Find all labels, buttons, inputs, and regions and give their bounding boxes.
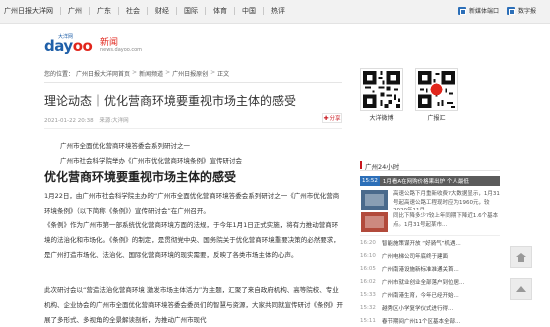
breadcrumb-home[interactable]: 广州日报大洋网首页 xyxy=(76,69,130,79)
nav-separator xyxy=(263,7,264,15)
side-section-header: 广州24小时 xyxy=(360,160,500,171)
news-list-item[interactable]: 16:05 广州南港设施新标准准通关首... xyxy=(360,263,500,274)
page-title: 理论动态｜优化营商环境要重视市场主体的感受 xyxy=(44,94,297,108)
nav-sports[interactable]: 体育 xyxy=(213,6,227,16)
news-time: 15:33 xyxy=(360,291,376,298)
news-list-item[interactable]: 15:32 越秀区小学复学仪式进行得... xyxy=(360,302,500,313)
news-card[interactable]: 高速公路下月重新收费?大数据显示，1月31号起高速公路工程现时应为1960元，较… xyxy=(360,189,500,211)
breadcrumb-current: 正文 xyxy=(217,71,230,78)
digital-paper-label: 数字报 xyxy=(517,8,536,15)
logo-domain: news.dayoo.com xyxy=(100,47,143,53)
newspaper-icon xyxy=(506,6,515,15)
news-time: 16:10 xyxy=(360,252,376,259)
news-card[interactable]: 同比下降多少?较上年同期下降近1.6个基本点。1月31号起某市... xyxy=(360,211,500,233)
digital-paper-link[interactable]: 数字报 xyxy=(506,6,536,15)
news-list-item[interactable]: 16:02 广州市就业创业全部落户到位居... xyxy=(360,276,500,287)
featured-time: 15:52 xyxy=(360,176,380,186)
article-source: 来源:大洋网 xyxy=(99,118,129,124)
top-right-links: 新媒体端口 数字报 xyxy=(457,6,536,15)
breadcrumb-arrow: > xyxy=(165,69,171,76)
nav-finance[interactable]: 财经 xyxy=(155,6,169,16)
nav-home[interactable]: 广州日报大洋网 xyxy=(4,6,53,16)
article-date: 2021-01-22 20:38 xyxy=(44,118,94,124)
article-paragraph: 《条例》作为广州市第一部系统优化营商环境方面的法规，于今年1月1日正式实施，将有… xyxy=(44,221,340,259)
breadcrumb-news[interactable]: 新闻频道 xyxy=(139,69,163,79)
share-button[interactable]: ✚ 分享 xyxy=(322,113,342,123)
nav-separator xyxy=(118,7,119,15)
news-time: 16:05 xyxy=(360,265,376,272)
app-qr-code xyxy=(415,68,458,111)
logo-wordmark: dayoo xyxy=(44,37,93,55)
side-section-title: 广州24小时 xyxy=(365,163,400,171)
nav-commentary[interactable]: 热评 xyxy=(271,6,285,16)
nav-separator xyxy=(147,7,148,15)
section-accent-bar xyxy=(360,161,362,169)
news-card-text: 高速公路下月重新收费?大数据显示，1月31号起高速公路工程现时应为1960元，较… xyxy=(393,191,500,210)
news-thumbnail xyxy=(361,212,388,232)
article-meta: 2021-01-22 20:38 来源:大洋网 xyxy=(44,116,133,124)
back-to-top-button[interactable] xyxy=(510,278,532,300)
news-title: 广州南港设施新标准准通关首... xyxy=(382,266,459,273)
breadcrumb-original[interactable]: 广州日报原创 xyxy=(172,69,208,79)
nav-society[interactable]: 社会 xyxy=(126,6,140,16)
divider xyxy=(44,82,342,83)
news-card-text: 同比下降多少?较上年同期下降近1.6个基本点。1月31号起某市... xyxy=(393,213,499,228)
news-list-item[interactable]: 15:33 广州南港生育，今年已经开始... xyxy=(360,289,500,300)
divider xyxy=(44,128,342,129)
top-nav: 广州日报大洋网 广州 广东 社会 财经 国际 体育 中国 热评 xyxy=(4,6,285,16)
breadcrumb-arrow: > xyxy=(132,69,138,76)
news-title: 广州市就业创业全部落户到位居... xyxy=(382,279,465,286)
news-time: 15:11 xyxy=(360,317,376,324)
nav-international[interactable]: 国际 xyxy=(184,6,198,16)
news-time: 15:32 xyxy=(360,304,376,311)
breadcrumb: 您的位置： 广州日报大洋网首页 > 新闻频道 > 广州日报原创 > 正文 xyxy=(44,69,342,79)
news-title: 广州南港生育，今年已经开始... xyxy=(382,292,459,299)
new-media-label: 新媒体端口 xyxy=(468,8,499,15)
nav-separator xyxy=(60,7,61,15)
divider xyxy=(360,235,500,236)
breadcrumb-prefix: 您的位置： xyxy=(44,71,75,78)
qr-label: 广报汇 xyxy=(427,115,446,122)
nav-separator xyxy=(176,7,177,15)
weibo-qr-code xyxy=(360,68,403,111)
featured-title: 1月看A在网购价格果出炉 个人最低 xyxy=(382,179,469,185)
news-list-item[interactable]: 16:20 智能施策谋开放 “好骑气”机遇... xyxy=(360,237,500,248)
news-title: 越秀区小学复学仪式进行得... xyxy=(382,305,454,312)
news-title: 广州电梯公司年底终于建面 xyxy=(382,253,449,260)
article-heading: 优化营商环境要重视市场主体的感受 xyxy=(44,170,237,184)
share-icon: ✚ xyxy=(323,114,329,122)
new-media-link[interactable]: 新媒体端口 xyxy=(457,6,499,15)
top-navigation-bar: 广州日报大洋网 广州 广东 社会 财经 国际 体育 中国 热评 新媒体端口 数字… xyxy=(0,0,550,24)
article-paragraph: 此次研讨会以“营造法治化营商环境 激发市场主体活力”为主题，汇聚了来自政府机构、… xyxy=(44,286,343,324)
news-title: 春节期间广州11个区基本全部... xyxy=(382,318,461,325)
breadcrumb-arrow: > xyxy=(210,69,216,76)
home-icon xyxy=(516,252,526,262)
nav-separator xyxy=(234,7,235,15)
article-subheading: 广州市社会科学院举办《广州市优化营商环境条例》宣传研讨会 xyxy=(60,157,242,165)
nav-guangzhou[interactable]: 广州 xyxy=(68,6,82,16)
nav-separator xyxy=(89,7,90,15)
news-list-item[interactable]: 16:10 广州电梯公司年底终于建面 xyxy=(360,250,500,261)
share-label: 分享 xyxy=(329,116,341,122)
nav-china[interactable]: 中国 xyxy=(242,6,256,16)
arrow-up-icon xyxy=(516,286,526,292)
news-title: 智能施策谋开放 “好骑气”机遇... xyxy=(382,240,461,247)
nav-guangdong[interactable]: 广东 xyxy=(97,6,111,16)
article-paragraph: 1月22日，由广州市社会科学院主办的“广州市全面优化营商环境答委会系列研讨之一《… xyxy=(44,192,340,215)
qr-label: 大洋微博 xyxy=(369,115,394,122)
news-time: 16:20 xyxy=(360,239,376,246)
home-button[interactable] xyxy=(510,246,532,268)
news-time: 16:02 xyxy=(360,278,376,285)
grid-icon xyxy=(457,6,466,15)
nav-separator xyxy=(205,7,206,15)
featured-news-item[interactable]: 15:52 1月看A在网购价格果出炉 个人最低 xyxy=(360,176,500,186)
news-list-item[interactable]: 15:11 春节期间广州11个区基本全部... xyxy=(360,315,500,326)
article-subheading: 广州市全面优化营商环境答委会系列研讨之一 xyxy=(60,142,190,150)
news-thumbnail xyxy=(361,190,388,210)
